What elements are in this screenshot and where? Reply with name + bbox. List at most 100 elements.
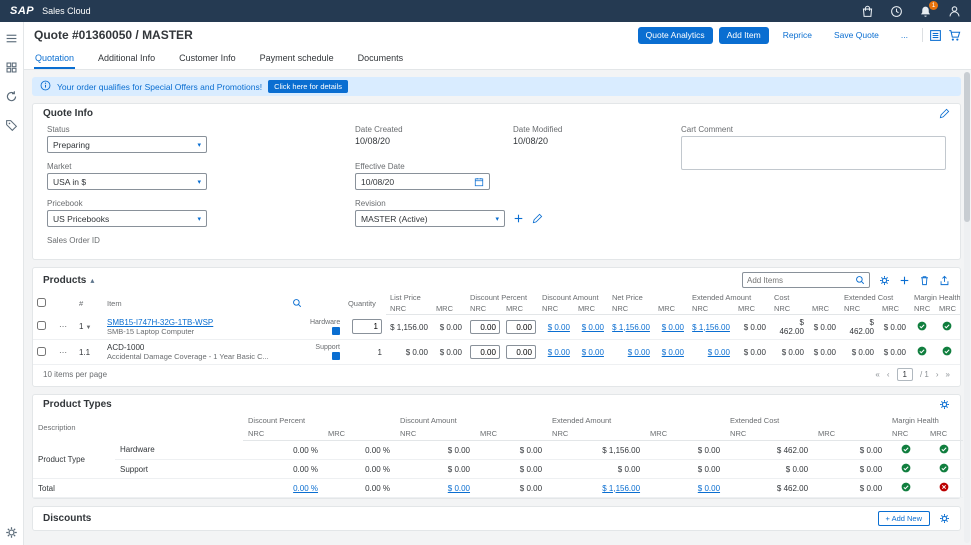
- notifications-bell-icon[interactable]: 1: [919, 5, 932, 18]
- status-field: Status Preparing ▾: [47, 125, 347, 153]
- margin-ok-icon: [939, 447, 949, 456]
- tab-additional-info[interactable]: Additional Info: [97, 48, 156, 69]
- discount-percent-mrc-input[interactable]: [506, 345, 536, 359]
- row-actions-button[interactable]: ⋯: [55, 340, 75, 365]
- vertical-scrollbar[interactable]: [964, 72, 970, 543]
- quote-info-panel: Quote Info Status Preparing ▾: [32, 103, 961, 260]
- current-page-input[interactable]: 1: [897, 368, 913, 381]
- add-items-search[interactable]: [742, 272, 870, 288]
- delete-trash-icon[interactable]: [919, 275, 930, 286]
- tab-payment-schedule[interactable]: Payment schedule: [259, 48, 335, 69]
- revision-select[interactable]: MASTER (Active) ▾: [355, 210, 505, 227]
- product-row-1-1: ⋯ 1.1 ACD-1000 Accidental Damage Coverag…: [33, 340, 960, 365]
- pricebook-select[interactable]: US Pricebooks ▾: [47, 210, 207, 227]
- discount-percent-mrc: 0.00 %: [323, 441, 395, 460]
- reprice-button[interactable]: Reprice: [775, 27, 820, 44]
- discount-amount-mrc-link[interactable]: $ 0.00: [574, 315, 608, 340]
- discount-amount-mrc-link[interactable]: $ 0.00: [574, 340, 608, 365]
- cart-icon[interactable]: [948, 29, 961, 42]
- net-price-nrc-link[interactable]: $ 0.00: [608, 340, 654, 365]
- table-settings-gear-icon[interactable]: [939, 513, 950, 524]
- total-discount-percent-nrc-link[interactable]: 0.00 %: [243, 479, 323, 498]
- pricebook-label: Pricebook: [47, 199, 347, 208]
- cost-nrc: $ 462.00: [770, 315, 808, 340]
- select-all-checkbox[interactable]: [37, 298, 46, 307]
- extended-amount-nrc-link[interactable]: $ 0.00: [688, 340, 734, 365]
- settings-gear-icon[interactable]: [5, 526, 18, 539]
- next-page-icon[interactable]: ›: [936, 370, 939, 379]
- discount-percent-mrc-input[interactable]: [506, 320, 536, 334]
- mrc-subheader: MRC: [808, 303, 840, 315]
- edit-revision-icon[interactable]: [532, 213, 543, 224]
- discount-percent-nrc-input[interactable]: [470, 345, 500, 359]
- total-extended-amount-mrc-link[interactable]: $ 0.00: [645, 479, 725, 498]
- shopping-bag-icon[interactable]: [861, 5, 874, 18]
- mrc-subheader: MRC: [323, 427, 395, 441]
- date-created-label: Date Created: [355, 125, 505, 134]
- sidebar-tag-icon[interactable]: [5, 119, 18, 132]
- extended-amount-nrc-link[interactable]: $ 1,156.00: [688, 315, 734, 340]
- scrollbar-thumb[interactable]: [964, 72, 970, 222]
- export-icon[interactable]: [939, 275, 950, 286]
- chevron-down-icon: ▾: [197, 141, 201, 149]
- row-select-checkbox[interactable]: [37, 347, 46, 356]
- sidebar-list-icon[interactable]: [5, 32, 18, 45]
- product-link[interactable]: SMB15-I747H-32G-1TB-WSP: [107, 318, 302, 327]
- first-page-icon[interactable]: «: [875, 370, 879, 379]
- history-clock-icon[interactable]: [890, 5, 903, 18]
- net-price-mrc-link[interactable]: $ 0.00: [654, 315, 688, 340]
- extended-cost-nrc: $ 462.00: [840, 315, 878, 340]
- tab-quotation[interactable]: Quotation: [34, 48, 75, 69]
- table-settings-gear-icon[interactable]: [879, 275, 890, 286]
- market-select[interactable]: USA in $ ▾: [47, 173, 207, 190]
- add-discount-button[interactable]: + Add New: [878, 511, 930, 526]
- prev-page-icon[interactable]: ‹: [887, 370, 890, 379]
- net-price-nrc-link[interactable]: $ 1,156.00: [608, 315, 654, 340]
- items-per-page[interactable]: 10 items per page: [43, 370, 107, 379]
- user-profile-icon[interactable]: [948, 5, 961, 18]
- collapse-products-icon[interactable]: ▴: [90, 276, 94, 285]
- cart-comment-input[interactable]: [681, 136, 946, 170]
- expand-row-icon[interactable]: ▼: [85, 325, 91, 331]
- tab-documents[interactable]: Documents: [357, 48, 405, 69]
- more-actions-button[interactable]: ...: [893, 27, 916, 44]
- total-discount-amount-nrc-link[interactable]: $ 0.00: [395, 479, 475, 498]
- promo-details-button[interactable]: Click here for details: [268, 80, 348, 93]
- mrc-subheader: MRC: [502, 303, 538, 315]
- quantity-input[interactable]: [352, 319, 382, 334]
- product-type-icon[interactable]: [332, 352, 340, 360]
- edit-quote-info-icon[interactable]: [939, 108, 950, 119]
- discount-amount-nrc-link[interactable]: $ 0.00: [538, 340, 574, 365]
- row-actions-button[interactable]: ⋯: [55, 315, 75, 340]
- pricebook-value: US Pricebooks: [53, 214, 109, 224]
- total-extended-amount-nrc-link[interactable]: $ 1,156.00: [547, 479, 645, 498]
- save-quote-button[interactable]: Save Quote: [826, 27, 887, 44]
- discount-amount-nrc-link[interactable]: $ 0.00: [538, 315, 574, 340]
- net-price-mrc-link[interactable]: $ 0.00: [654, 340, 688, 365]
- nrc-subheader: NRC: [725, 427, 813, 441]
- tab-customer-info[interactable]: Customer Info: [178, 48, 237, 69]
- add-row-plus-icon[interactable]: [899, 275, 910, 286]
- sidebar-refresh-icon[interactable]: [5, 90, 18, 103]
- add-items-search-input[interactable]: [747, 276, 852, 285]
- margin-bad-icon: [939, 485, 949, 494]
- add-revision-icon[interactable]: [513, 213, 524, 224]
- mrc-subheader: MRC: [935, 303, 960, 315]
- sidebar-grid-icon[interactable]: [5, 61, 18, 74]
- last-page-icon[interactable]: »: [946, 370, 950, 379]
- product-type-icon[interactable]: [332, 327, 340, 335]
- status-select[interactable]: Preparing ▾: [47, 136, 207, 153]
- mrc-subheader: MRC: [475, 427, 547, 441]
- worklist-icon[interactable]: [929, 29, 942, 42]
- effective-date-input[interactable]: 10/08/20: [355, 173, 490, 190]
- table-settings-gear-icon[interactable]: [939, 399, 950, 410]
- row-select-checkbox[interactable]: [37, 321, 46, 330]
- item-search-icon[interactable]: [292, 298, 302, 308]
- description-header: Description: [33, 414, 243, 441]
- discount-percent-nrc-input[interactable]: [470, 320, 500, 334]
- mrc-subheader: MRC: [925, 427, 963, 441]
- market-field: Market USA in $ ▾: [47, 162, 347, 190]
- add-item-button[interactable]: Add Item: [719, 27, 769, 44]
- quote-analytics-button[interactable]: Quote Analytics: [638, 27, 713, 44]
- nrc-subheader: NRC: [910, 303, 935, 315]
